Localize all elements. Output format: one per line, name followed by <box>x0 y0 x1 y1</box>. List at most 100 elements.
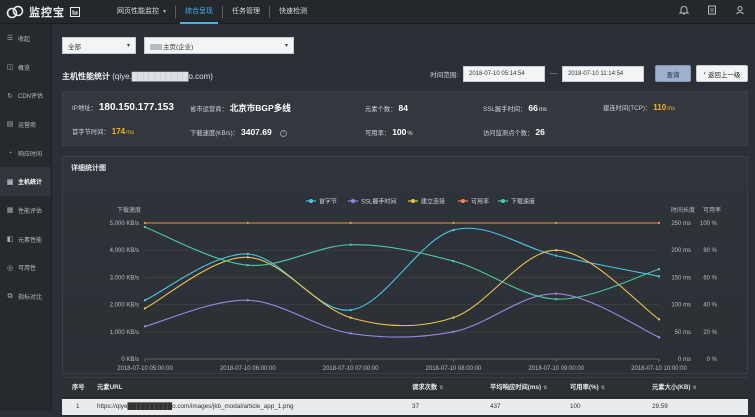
cdn-icon: ↻ <box>7 92 13 100</box>
nav-task-management[interactable]: 任务管理 <box>223 0 269 24</box>
data-point <box>555 297 558 301</box>
data-point <box>246 299 249 302</box>
legend-marker <box>309 199 313 203</box>
page-title-text: 主机性能统计 <box>62 72 110 81</box>
end-time-input[interactable]: 2018-07-10 11:14:54 <box>562 65 644 82</box>
stat-value: 26 <box>535 127 545 137</box>
main-nav: 网页性能监控 ▾ 综合呈现 任务管理 快速检测 <box>108 0 316 24</box>
y-tick-label: 5,000 KB/s <box>110 221 139 227</box>
query-button[interactable]: 查询 <box>655 65 691 82</box>
y-tick-label: 1,000 KB/s <box>110 330 139 336</box>
sidebar-item[interactable]: ◔ 响应时间 <box>0 139 51 168</box>
stat-unit: ms <box>126 130 135 136</box>
sort-icon[interactable]: ⇅ <box>543 385 547 391</box>
table-cell: 1 <box>76 403 80 410</box>
y-tick-label: 2,000 KB/s <box>110 303 139 309</box>
data-point <box>143 307 147 310</box>
legend-label: 可用率 <box>471 198 489 206</box>
main-content: 全部 ▾ 主页(企业) ▾ 主机性能统计 (qiye.██████████o.com… <box>53 24 755 417</box>
data-point <box>452 221 455 225</box>
help-icon[interactable]: ? <box>279 129 287 137</box>
legend-label: 建立连接 <box>421 198 445 206</box>
page-select-value-wrap: 主页(企业) <box>150 41 193 51</box>
time-range-dash: — <box>550 70 557 77</box>
data-point <box>657 268 661 271</box>
column-header[interactable]: 可用率(%) ⇅ <box>570 378 605 398</box>
column-header[interactable]: 元素大小(KB) ⇅ <box>652 378 697 398</box>
back-button[interactable]: ‹ 返回上一级 <box>696 65 748 82</box>
y2-tick-label: 0 ms <box>678 357 691 363</box>
user-icon[interactable] <box>735 5 745 15</box>
y-axis-title: 下载速度 <box>117 206 141 214</box>
data-point <box>452 259 455 263</box>
sidebar-item-label: 可用性 <box>18 266 37 273</box>
table-cell[interactable]: https://qiye██████████o.com/images/jkb_m… <box>97 399 294 415</box>
legend-label: 下载速度 <box>511 198 535 206</box>
performance-icon: ▦ <box>6 207 14 215</box>
data-point <box>452 316 455 319</box>
data-point <box>349 332 352 335</box>
sidebar-item-label: 主机统计 <box>18 180 43 187</box>
column-header-label: 元素URL <box>97 384 123 391</box>
y-tick-label: 4,000 KB/s <box>110 248 139 254</box>
sidebar-item[interactable]: ◫ 概览 <box>0 53 51 82</box>
nav-overview[interactable]: 综合呈现 <box>176 0 222 24</box>
start-time-input[interactable]: 2018-07-10 05:14:54 <box>463 65 545 82</box>
top-bar: 监控宝 网页性能监控 ▾ 综合呈现 任务管理 快速检测 <box>0 0 755 24</box>
page-select[interactable]: 主页(企业) ▾ <box>144 37 294 54</box>
stat-label: SSL握手时间： <box>483 106 527 113</box>
sidebar-item-label: 收起 <box>18 36 31 43</box>
y3-tick-label: 20 % <box>703 330 717 336</box>
stat-label: 首字节时间： <box>72 129 110 136</box>
table-row[interactable]: 1 https://qiye██████████o.com/images/jkb_… <box>62 399 748 415</box>
message-icon[interactable] <box>707 5 717 15</box>
nav-label: 任务管理 <box>232 8 261 15</box>
logo[interactable]: 监控宝 <box>6 4 80 20</box>
sort-icon[interactable]: ⇅ <box>601 385 605 391</box>
sort-icon[interactable]: ⇅ <box>692 385 696 391</box>
chevron-down-icon: ▾ <box>284 43 288 49</box>
column-header[interactable]: 请求次数 ⇅ <box>412 378 443 398</box>
data-point <box>246 263 249 267</box>
legend-marker <box>411 199 415 203</box>
back-button-label: 返回上一级 <box>707 71 741 79</box>
nav-web-performance[interactable]: 网页性能监控 ▾ <box>108 0 175 24</box>
x-tick-label: 2018-07-10 06:00:00 <box>220 366 276 372</box>
sidebar-item[interactable]: ▣ 主机统计 <box>0 167 51 197</box>
stat-value: 66 <box>528 103 538 113</box>
sort-icon[interactable]: ⇅ <box>439 385 443 391</box>
x-tick-label: 2018-07-10 08:00:00 <box>426 366 482 372</box>
availability-icon: ◎ <box>6 264 14 272</box>
sidebar-item[interactable]: ↻ CDN评估 <box>0 81 51 110</box>
data-point <box>246 256 249 259</box>
y2-tick-label: 50 ms <box>675 330 691 336</box>
sidebar-item-label: 元素性能 <box>18 237 43 244</box>
stat-probes: 访问监测点个数： 26 <box>483 127 545 137</box>
x-tick-label: 2018-07-10 05:00:00 <box>117 366 173 372</box>
stat-download-speed: 下载速度(KB/s)： 3407.69? <box>190 127 287 137</box>
y2-axis-title: 时间长度 <box>671 206 695 214</box>
stat-label: IP地址： <box>72 105 97 112</box>
sidebar-item[interactable]: ▤ 运营商 <box>0 110 51 139</box>
stat-label: 建连时间(TCP)： <box>603 105 652 112</box>
column-header-label: 请求次数 <box>412 384 438 391</box>
element-table: 序号 元素URL 请求次数 ⇅ 平均响应时间(ms) ⇅ 可用率(%) ⇅ 元素大小(KB) ⇅ … <box>62 377 748 417</box>
column-header: 元素URL <box>97 378 123 398</box>
data-point <box>246 221 249 225</box>
sidebar-item[interactable]: ☰ 收起 <box>0 24 51 53</box>
bell-icon[interactable] <box>679 5 689 15</box>
chevron-down-icon: ▾ <box>163 9 167 15</box>
nav-quick-check[interactable]: 快速检测 <box>270 0 316 24</box>
stat-value: 180.150.177.153 <box>98 102 174 113</box>
sidebar-item[interactable]: ▦ 性能评估 <box>0 196 51 225</box>
sidebar-item[interactable]: ◎ 可用性 <box>0 254 51 283</box>
page-select-value: 主页(企业) <box>163 43 194 51</box>
y-tick-label: 0 KB/s <box>121 357 139 363</box>
sidebar-item[interactable]: ◧ 元素性能 <box>0 225 51 254</box>
sidebar-item[interactable]: ⧉ 指标对比 <box>0 282 51 311</box>
data-point <box>143 299 147 302</box>
column-header[interactable]: 平均响应时间(ms) ⇅ <box>490 378 547 398</box>
scope-select[interactable]: 全部 ▾ <box>62 37 136 54</box>
stat-label: 下载速度(KB/s)： <box>190 130 239 137</box>
logo-text: 监控宝 <box>29 7 65 19</box>
